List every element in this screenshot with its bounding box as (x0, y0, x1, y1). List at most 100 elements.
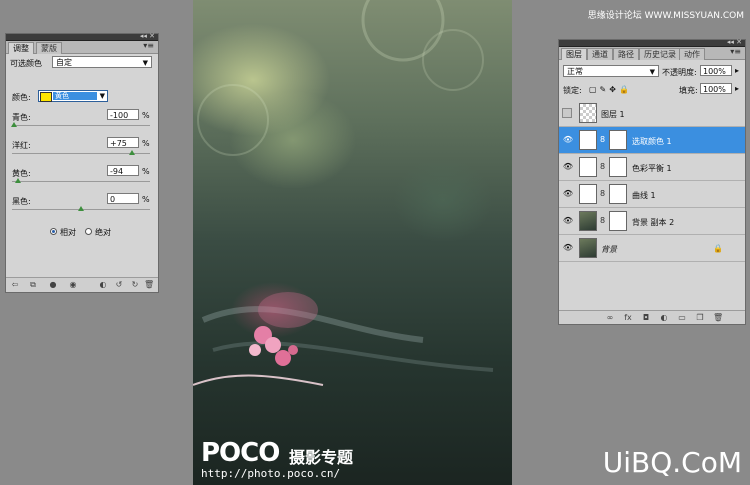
cyan-slider-thumb[interactable] (11, 122, 17, 127)
cyan-slider-track[interactable] (12, 125, 150, 126)
blend-mode-value: 正常 (567, 67, 583, 76)
link-icon[interactable]: 8 (600, 135, 605, 144)
color-balance-adjustment-icon (579, 157, 597, 177)
absolute-label: 绝对 (95, 228, 111, 237)
yellow-value-field[interactable]: -94 (107, 165, 139, 176)
site-watermark: 思缘设计论坛 WWW.MISSYUAN.COM (587, 11, 744, 21)
eye-icon[interactable]: 👁 (562, 243, 574, 253)
preset-label: 可选颜色 (10, 59, 42, 68)
uibq-watermark: UiBQ.CoM (602, 446, 742, 479)
color-select[interactable]: 黄色 ▼ (38, 90, 108, 102)
tab-history[interactable]: 历史记录 (639, 48, 681, 60)
panel-title-bar[interactable]: ◂◂ ✕ (6, 33, 158, 41)
layer-name: 曲线 1 (632, 191, 656, 200)
layer-row[interactable]: 图层 1 (559, 100, 745, 127)
add-mask-icon[interactable]: ◘ (641, 313, 651, 322)
panel-menu-icon[interactable]: ▾≡ (730, 47, 741, 56)
panel-menu-icon[interactable]: ▾≡ (143, 41, 154, 50)
lock-label: 锁定: (563, 86, 582, 95)
percent-sign: % (142, 195, 150, 204)
adjustment-layer-icon[interactable]: ◐ (659, 313, 669, 322)
layers-panel: ◂◂ ✕ 图层 通道 路径 历史记录 动作 ▾≡ 正常 ▼ 不透明度: 100%… (558, 39, 746, 325)
tab-adjustments[interactable]: 调整 (8, 42, 34, 54)
link-icon[interactable]: 8 (600, 189, 605, 198)
clip-layer-icon[interactable]: ● (48, 280, 58, 289)
magenta-value-field[interactable]: +75 (107, 137, 139, 148)
yellow-slider-thumb[interactable] (15, 178, 21, 183)
layer-row[interactable]: 👁 8 背景 副本 2 (559, 208, 745, 235)
layer-thumbnail (579, 211, 597, 231)
refresh-icon[interactable]: ↻ (130, 280, 140, 289)
yellow-slider-track[interactable] (12, 181, 150, 182)
tab-masks[interactable]: 蒙版 (36, 42, 62, 54)
opacity-arrow-icon[interactable]: ▸ (735, 66, 739, 75)
back-arrow-icon[interactable]: ⇦ (10, 280, 20, 289)
panel-title-bar[interactable]: ◂◂ ✕ (559, 39, 745, 47)
layer-mask-thumbnail (609, 157, 627, 177)
link-icon[interactable]: 8 (600, 216, 605, 225)
black-label: 黑色: (12, 197, 31, 206)
link-icon[interactable]: 8 (600, 162, 605, 171)
layer-row[interactable]: 👁 背景 🔒 (559, 235, 745, 262)
fx-icon[interactable]: fx (623, 313, 633, 322)
percent-sign: % (142, 111, 150, 120)
tab-paths[interactable]: 路径 (613, 48, 639, 60)
fill-arrow-icon[interactable]: ▸ (735, 84, 739, 93)
trash-icon[interactable]: 🗑 (713, 313, 723, 322)
poco-logo: POCO (201, 438, 280, 468)
link-layers-icon[interactable]: ∞ (605, 313, 615, 322)
blend-mode-select[interactable]: 正常 ▼ (563, 65, 659, 77)
reset-icon[interactable]: ↺ (114, 280, 124, 289)
adjustments-toolbar: ⇦ ⧉ ● ◉ ◐ ↺ ↻ 🗑 (6, 277, 158, 292)
view-previous-icon[interactable]: ◐ (98, 280, 108, 289)
layer-name: 选取颜色 1 (632, 137, 672, 146)
percent-sign: % (142, 139, 150, 148)
opacity-field[interactable]: 100% (700, 65, 732, 76)
layer-name: 背景 (601, 245, 617, 254)
eye-icon[interactable]: 👁 (562, 216, 574, 226)
selective-color-adjustment-icon (579, 130, 597, 150)
tab-actions[interactable]: 动作 (679, 48, 705, 60)
relative-label: 相对 (60, 228, 76, 237)
layer-row[interactable]: 👁 8 色彩平衡 1 (559, 154, 745, 181)
layer-mask-thumbnail (609, 184, 627, 204)
layer-row[interactable]: 👁 8 选取颜色 1 (559, 127, 745, 154)
preset-value: 自定 (56, 58, 72, 67)
fill-field[interactable]: 100% (700, 83, 732, 94)
eye-icon[interactable]: 👁 (562, 162, 574, 172)
collapse-icon[interactable]: ◂◂ ✕ (727, 39, 742, 46)
lock-options-icon[interactable]: ▢✎✥🔒 (589, 85, 632, 94)
curves-adjustment-icon (579, 184, 597, 204)
new-group-icon[interactable]: ▭ (677, 313, 687, 322)
chevron-down-icon: ▼ (649, 68, 655, 76)
visibility-toggle[interactable] (562, 108, 572, 118)
tab-channels[interactable]: 通道 (587, 48, 613, 60)
eye-icon[interactable]: 👁 (562, 135, 574, 145)
layer-name: 背景 副本 2 (632, 218, 675, 227)
absolute-radio[interactable] (85, 228, 92, 235)
black-value-field[interactable]: 0 (107, 193, 139, 204)
new-layer-icon[interactable]: ❐ (695, 313, 705, 322)
collapse-icon[interactable]: ◂◂ ✕ (140, 33, 155, 40)
document-canvas[interactable]: POCO 摄影专题 http://photo.poco.cn/ (193, 0, 512, 485)
lock-icon: 🔒 (713, 244, 723, 253)
expand-view-icon[interactable]: ⧉ (28, 280, 38, 289)
layers-toolbar: ∞ fx ◘ ◐ ▭ ❐ 🗑 (559, 310, 745, 324)
visibility-eye-icon[interactable]: ◉ (68, 280, 78, 289)
preset-select[interactable]: 自定 ▼ (52, 56, 152, 68)
tab-layers[interactable]: 图层 (561, 48, 587, 60)
black-slider-thumb[interactable] (78, 206, 84, 211)
trash-icon[interactable]: 🗑 (144, 280, 154, 289)
opacity-label: 不透明度: (662, 68, 697, 77)
relative-radio[interactable] (50, 228, 57, 235)
percent-sign: % (142, 167, 150, 176)
photo-image (193, 0, 494, 386)
eye-icon[interactable]: 👁 (562, 189, 574, 199)
layer-row[interactable]: 👁 8 曲线 1 (559, 181, 745, 208)
chevron-down-icon: ▼ (99, 92, 105, 100)
cyan-value-field[interactable]: -100 (107, 109, 139, 120)
logo-url: http://photo.poco.cn/ (201, 467, 341, 480)
layer-mask-thumbnail (609, 130, 627, 150)
magenta-slider-thumb[interactable] (129, 150, 135, 155)
color-label: 颜色: (12, 93, 31, 102)
